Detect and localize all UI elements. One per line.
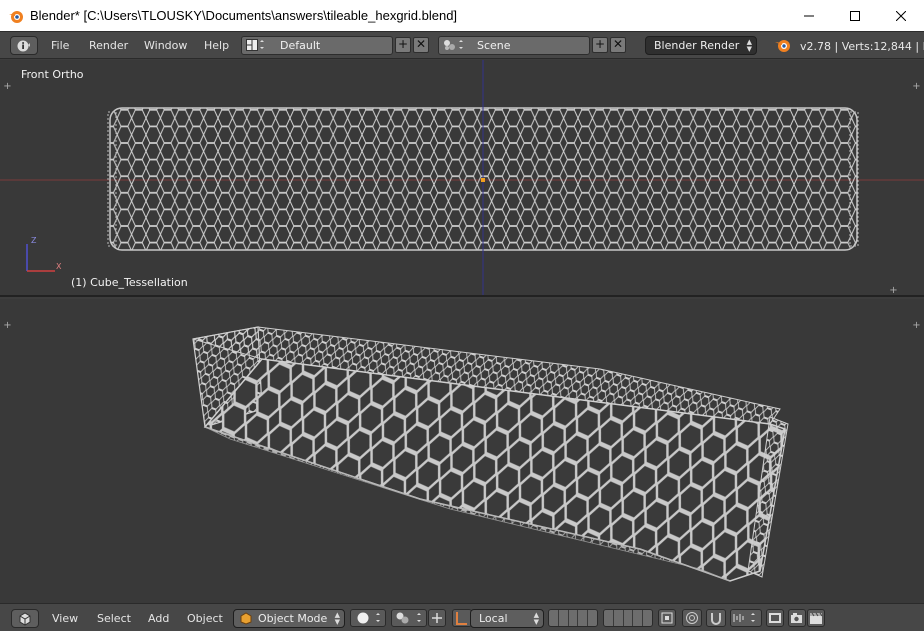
menu-object[interactable]: Object <box>187 612 223 625</box>
snap-increment-icon <box>733 613 755 622</box>
perspective-scene <box>0 299 924 603</box>
area-corner-bottom-right[interactable]: + <box>889 286 898 296</box>
3d-view-icon <box>19 611 31 626</box>
manipulator-toggle-button[interactable] <box>428 609 446 627</box>
transform-orientation-label: Local <box>479 612 508 625</box>
layer-buttons-group-2[interactable] <box>603 609 653 627</box>
screen-layout-icon <box>246 39 264 55</box>
scene-icon <box>443 39 465 55</box>
proportional-edit-icon <box>686 612 698 624</box>
opengl-render-button[interactable] <box>788 609 806 627</box>
render-engine-label: Blender Render <box>654 39 740 52</box>
magnet-icon <box>711 613 721 625</box>
screen-layout-name: Default <box>280 39 321 52</box>
minimize-button[interactable] <box>786 0 832 31</box>
viewport-shading-button[interactable] <box>350 609 386 627</box>
active-object-label: (1) Cube_Tessellation <box>71 276 188 289</box>
viewport-perspective[interactable]: + + <box>0 299 924 603</box>
manipulator-icon <box>432 613 442 623</box>
render-engine-dropdown[interactable]: Blender Render ▲ ▼ <box>645 36 757 55</box>
menu-select[interactable]: Select <box>97 612 131 625</box>
object-mode-icon <box>240 612 252 625</box>
maximize-icon <box>850 10 860 21</box>
camera-icon <box>791 613 802 623</box>
pivot-point-button[interactable] <box>391 609 427 627</box>
proportional-edit-button[interactable] <box>682 609 702 627</box>
interaction-mode-label: Object Mode <box>258 612 328 625</box>
transform-orientation-dropdown[interactable]: Local ▲ ▼ <box>470 609 544 628</box>
transform-type-button[interactable] <box>452 609 472 627</box>
snap-element-button[interactable] <box>730 609 762 627</box>
interaction-mode-dropdown[interactable]: Object Mode ▲ ▼ <box>233 609 345 628</box>
scene-name: Scene <box>477 39 511 52</box>
translate-icon <box>456 612 467 625</box>
render-preview-button[interactable] <box>766 609 784 627</box>
minimize-icon <box>804 15 814 16</box>
info-icon <box>17 40 30 51</box>
area-corner-top-left-lower[interactable]: + <box>3 321 12 331</box>
opengl-animation-button[interactable] <box>807 609 825 627</box>
dropdown-arrows-icon: ▲ ▼ <box>334 611 340 626</box>
menu-file[interactable]: File <box>51 39 69 52</box>
menu-view[interactable]: View <box>52 612 78 625</box>
area-corner-top-right-lower[interactable]: + <box>912 321 921 331</box>
area-corner-top-left[interactable]: + <box>3 82 12 92</box>
3d-view-header: View Select Add Object Object Mode ▲ ▼ Lo… <box>0 603 924 631</box>
gizmo-z-label: Z <box>31 236 37 245</box>
area-corner-top-right[interactable]: + <box>912 82 921 92</box>
layer-buttons-group-1[interactable] <box>548 609 598 627</box>
menu-window[interactable]: Window <box>144 39 187 52</box>
object-origin <box>481 178 485 182</box>
screen-layout-selector[interactable]: Default <box>241 36 393 55</box>
close-icon <box>896 10 906 21</box>
window-titlebar: Blender* [C:\Users\TLOUSKY\Documents\ans… <box>0 0 924 31</box>
lock-layers-button[interactable] <box>658 609 676 627</box>
blender-logo-icon <box>774 37 792 56</box>
remove-screen-button[interactable]: ✕ <box>413 37 429 53</box>
lock-layers-icon <box>661 612 673 624</box>
snap-toggle-button[interactable] <box>706 609 726 627</box>
menu-help[interactable]: Help <box>204 39 229 52</box>
viewport-front-ortho[interactable]: Z X Front Ortho (1) Cube_Tessellation + … <box>0 60 924 297</box>
blender-logo-icon <box>8 8 24 24</box>
clapperboard-icon <box>810 612 823 624</box>
gizmo-x-label: X <box>56 262 62 271</box>
pivot-point-icon <box>396 612 421 624</box>
editor-type-info-button[interactable] <box>10 36 38 55</box>
dropdown-arrows-icon: ▲ ▼ <box>533 611 539 626</box>
add-scene-button[interactable]: + <box>592 37 608 53</box>
menu-add[interactable]: Add <box>148 612 169 625</box>
render-icon <box>769 613 781 623</box>
remove-scene-button[interactable]: ✕ <box>610 37 626 53</box>
menu-render[interactable]: Render <box>89 39 128 52</box>
info-header: File Render Window Help Default + ✕ Scen… <box>0 31 924 59</box>
editor-type-3dview-button[interactable] <box>11 609 39 628</box>
maximize-button[interactable] <box>832 0 878 31</box>
dropdown-arrows-icon: ▲ ▼ <box>746 38 752 53</box>
window-title: Blender* [C:\Users\TLOUSKY\Documents\ans… <box>30 8 458 23</box>
view-name-label: Front Ortho <box>21 68 84 81</box>
scene-selector[interactable]: Scene <box>438 36 590 55</box>
front-ortho-scene <box>0 60 924 295</box>
close-button[interactable] <box>878 0 924 31</box>
add-screen-button[interactable]: + <box>395 37 411 53</box>
solid-shading-icon <box>357 612 380 624</box>
scene-statistics: v2.78 | Verts:12,844 | F <box>800 40 924 53</box>
